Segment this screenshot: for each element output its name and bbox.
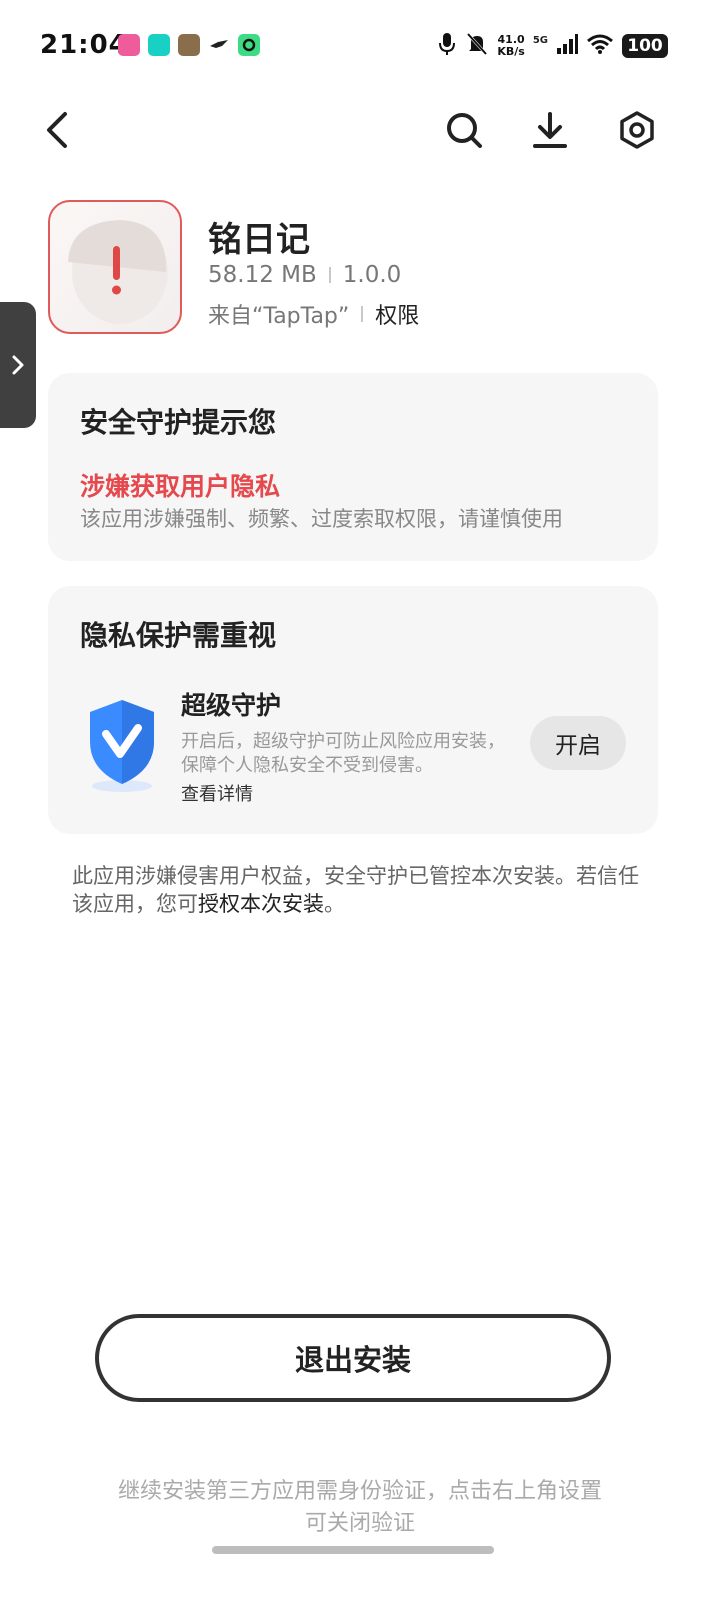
warning-icon	[113, 246, 120, 280]
app-icon	[48, 200, 182, 334]
mic-icon	[437, 31, 457, 61]
net-speed-unit: KB/s	[497, 45, 525, 58]
game-app-icon	[178, 34, 200, 56]
back-button[interactable]	[32, 104, 84, 156]
search-button[interactable]	[438, 104, 490, 156]
app-source: 来自“TapTap”	[208, 304, 350, 329]
home-indicator[interactable]	[212, 1546, 494, 1554]
risk-description: 该应用涉嫌强制、频繁、过度索取权限，请谨慎使用	[80, 507, 563, 531]
feature-description: 开启后，超级守护可防止风险应用安装，保障个人隐私安全不受到侵害。	[181, 731, 505, 776]
permissions-link[interactable]: 权限	[375, 298, 419, 330]
enable-button[interactable]: 开启	[530, 716, 626, 770]
privacy-card-title: 隐私保护需重视	[80, 619, 277, 652]
app-source-row: 来自“TapTap” 权限	[208, 298, 419, 330]
taptap-icon	[148, 34, 170, 56]
feature-title: 超级守护	[181, 691, 282, 720]
notification-icons	[118, 34, 260, 56]
status-bar: 21:04 41.0 KB/s 5G 100	[0, 0, 720, 92]
privacy-protection-card: 隐私保护需重视 超级守护 开启后，超级守护可防止风险应用安装，保障个人隐私安全不…	[48, 586, 658, 834]
chevron-right-icon	[12, 355, 24, 375]
divider	[328, 267, 331, 283]
shield-icon	[78, 694, 166, 794]
exit-install-button[interactable]: 退出安装	[95, 1314, 611, 1402]
app-name: 铭日记	[208, 220, 310, 260]
app-version: 1.0.0	[342, 262, 402, 288]
security-alert-card: 安全守护提示您 涉嫌获取用户隐私 该应用涉嫌强制、频繁、过度索取权限，请谨慎使用	[48, 373, 658, 561]
battery-indicator: 100	[622, 34, 668, 58]
pink-app-icon	[118, 34, 140, 56]
status-time: 21:04	[40, 30, 128, 60]
app-meta: 58.12 MB 1.0.0	[208, 262, 401, 288]
side-panel-handle[interactable]	[0, 302, 36, 428]
risk-title: 涉嫌获取用户隐私	[80, 472, 281, 501]
footer-note: 继续安装第三方应用需身份验证，点击右上角设置可关闭验证	[117, 1479, 602, 1536]
signal-icon	[556, 33, 578, 59]
app-size: 58.12 MB	[208, 262, 317, 288]
divider	[361, 306, 364, 322]
mute-bell-icon	[465, 31, 489, 61]
notice-suffix: 。	[324, 892, 345, 916]
notice-text: 此应用涉嫌侵害用户权益，安全守护已管控本次安装。若信任该应用，您可	[72, 864, 639, 916]
green-app-icon	[238, 34, 260, 56]
search-icon	[447, 113, 482, 148]
security-card-title: 安全守护提示您	[80, 406, 277, 439]
top-bar	[0, 92, 720, 172]
network-type: 5G	[532, 34, 548, 46]
net-speed: 41.0 KB/s	[497, 34, 524, 58]
install-notice: 此应用涉嫌侵害用户权益，安全守护已管控本次安装。若信任该应用，您可授权本次安装。	[72, 862, 652, 918]
settings-icon	[620, 111, 654, 149]
settings-button[interactable]	[611, 104, 663, 156]
authorize-install-link[interactable]: 授权本次安装	[198, 892, 324, 916]
download-icon	[533, 112, 567, 148]
bird-app-icon	[208, 34, 230, 56]
back-icon	[47, 112, 67, 148]
status-right: 41.0 KB/s 5G 100	[437, 30, 668, 62]
details-link[interactable]: 查看详情	[181, 780, 253, 806]
download-button[interactable]	[524, 104, 576, 156]
wifi-icon	[586, 33, 614, 59]
